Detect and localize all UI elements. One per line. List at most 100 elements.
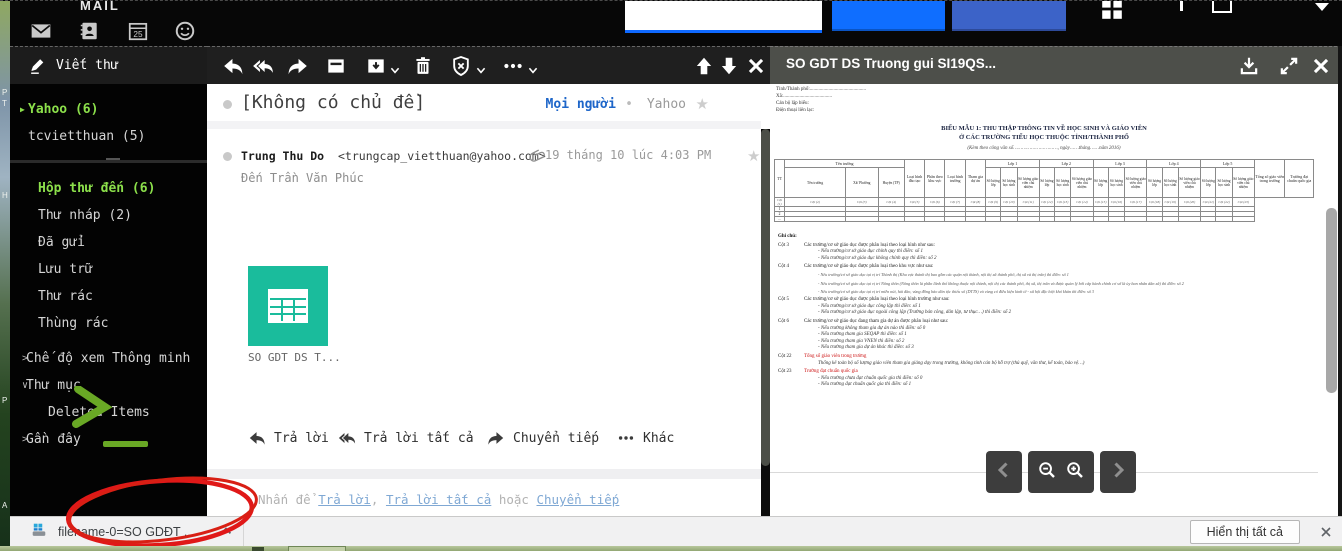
hint-link[interactable]: Chuyển tiếp	[536, 492, 619, 507]
hint-link[interactable]: Trả lời	[318, 492, 371, 507]
search-button[interactable]	[832, 1, 945, 31]
sender-email[interactable]: <trungcap_vietthuan@yahoo.com>	[338, 149, 546, 163]
sidebar-folder[interactable]: Thùng rác	[10, 310, 207, 337]
archive-icon[interactable]	[325, 55, 347, 77]
contacts-icon[interactable]	[78, 20, 100, 42]
doc-note-bullet: - Nếu trường/cơ sở giáo dục tại vị trí T…	[818, 272, 1306, 279]
search-input[interactable]	[625, 1, 822, 33]
more-caret-icon[interactable]	[527, 61, 539, 83]
delete-icon[interactable]	[412, 55, 434, 77]
action-more[interactable]: Khác	[617, 429, 674, 447]
zoom-controls[interactable]	[1028, 451, 1094, 493]
action-reply-all[interactable]: Trả lời tất cả	[338, 429, 474, 447]
doc-note: Cột 22Tổng số giáo viên trong trường	[778, 354, 1306, 361]
sidebar-folder[interactable]: Hộp thư đến (6)	[10, 175, 207, 202]
sidebar-tree-item[interactable]: >Chế độ xem Thông minh	[10, 345, 207, 372]
download-filename: filename-0=SO GDĐT ...	[58, 525, 194, 539]
star-icon[interactable]: ★	[696, 95, 709, 113]
secondary-header-button[interactable]	[952, 1, 1066, 31]
box-icon[interactable]	[1212, 1, 1232, 13]
sidebar-account-tcvietthuan[interactable]: tcvietthuan (5)	[10, 123, 207, 150]
document-preview: Tỉnh/Thành phố:.........................…	[770, 84, 1326, 516]
star-icon[interactable]: ★	[747, 147, 760, 165]
desktop-letter: P	[2, 88, 7, 97]
doc-notes: Ghi chú: Cột 3Các trường/cơ sở giáo dục …	[778, 234, 1306, 389]
forward-icon[interactable]	[287, 55, 309, 77]
next-page-button[interactable]	[1100, 451, 1136, 493]
expand-icon[interactable]	[1278, 55, 1300, 77]
doc-note-bullet: - Nếu trường không tham gia dự án nào th…	[818, 326, 1306, 333]
sidebar: Viết thư ▶Yahoo (6)tcvietthuan (5) Hộp t…	[10, 46, 207, 516]
message-scrollbar[interactable]	[761, 129, 770, 551]
spreadsheet-icon	[268, 289, 308, 323]
reply-icon[interactable]	[222, 55, 244, 77]
calendar-icon[interactable]: 25	[127, 20, 149, 42]
doc-note: Cột 3Các trường/cơ sở giáo dục được phân…	[778, 243, 1306, 250]
apps-grid-icon[interactable]	[1098, 1, 1126, 23]
next-message-icon[interactable]	[718, 55, 740, 77]
preview-scrollbar[interactable]	[1326, 208, 1337, 393]
reply-icon	[248, 429, 266, 447]
more-icon	[617, 429, 635, 447]
attachment-filename: SO GDT DS T...	[248, 351, 341, 364]
compose-button[interactable]: Viết thư	[10, 46, 207, 84]
move-folder-icon[interactable]	[365, 55, 387, 77]
spam-shield-icon[interactable]	[450, 55, 472, 77]
attachment-tile[interactable]	[248, 266, 328, 346]
download-chevron-up-icon[interactable]	[218, 523, 234, 539]
desktop-letter: H	[2, 191, 8, 200]
sidebar-divider[interactable]	[10, 160, 207, 163]
spam-caret-icon[interactable]	[475, 61, 487, 83]
action-forward[interactable]: Chuyển tiếp	[487, 429, 599, 447]
zoom-out-icon[interactable]	[1037, 460, 1057, 485]
close-downloads-bar-icon[interactable]	[1318, 524, 1334, 540]
message-pane: [Không có chủ đề] Mọi người • Yahoo ★ Tr…	[207, 46, 770, 516]
download-item[interactable]: filename-0=SO GDĐT ...	[30, 519, 194, 545]
doc-header-lines: Tỉnh/Thành phố:.........................…	[776, 86, 866, 114]
notifications-icon[interactable]	[1180, 1, 1183, 11]
close-icon[interactable]	[1310, 55, 1332, 77]
hint-text: ,	[371, 492, 386, 507]
move-folder-caret-icon[interactable]	[389, 61, 401, 83]
doc-note-bullet: - Nếu trường tham gia SEQAP thì điền: số…	[818, 332, 1306, 339]
smiley-icon[interactable]	[174, 20, 196, 42]
attachment-preview-panel: SO GDT DS Truong gui SI19QS... Tỉnh/Thàn…	[770, 46, 1342, 516]
hint-text: Nhấn để	[258, 492, 318, 507]
doc-table: TTTên trườngLoại hình đào tạoPhân theo k…	[774, 159, 1314, 222]
caret-down-icon[interactable]	[1315, 3, 1329, 11]
recipient-line[interactable]: Đến Trần Văn Phúc	[241, 171, 364, 185]
show-all-downloads-button[interactable]: Hiển thị tất cả	[1190, 520, 1300, 544]
people-filter-link[interactable]: Mọi người	[546, 97, 616, 112]
sidebar-tree-item[interactable]: Deleted Items	[10, 399, 207, 426]
sidebar-folder[interactable]: Lưu trữ	[10, 256, 207, 283]
more-icon[interactable]	[502, 55, 524, 77]
hint-link[interactable]: Trả lời tất cả	[386, 492, 491, 507]
reply-hint: Nhấn để Trả lời, Trả lời tất cả hoặc Chu…	[258, 492, 619, 507]
scrollbar-thumb[interactable]	[761, 129, 770, 466]
download-icon[interactable]	[1238, 55, 1260, 77]
folder-list: Hộp thư đến (6)Thư nháp (2)Đã gửiLưu trữ…	[10, 175, 207, 337]
message-date: 19 tháng 10 lúc 4:03 PM	[545, 148, 711, 162]
close-message-icon[interactable]	[745, 55, 767, 77]
sidebar-folder[interactable]: Đã gửi	[10, 229, 207, 256]
sidebar-folder[interactable]: Thư nháp (2)	[10, 202, 207, 229]
sidebar-folder[interactable]: Thư rác	[10, 283, 207, 310]
desktop-letter: P	[2, 396, 7, 405]
reply-actions-row: Trả lời Trả lời tất cả Chuyển tiếp Khác	[207, 429, 761, 453]
action-reply[interactable]: Trả lời	[248, 429, 329, 447]
divider	[243, 517, 244, 547]
doc-note-bullet: - Nếu trường/cơ sở giáo dục tại vị trí m…	[818, 289, 1306, 296]
mail-icon[interactable]	[30, 20, 52, 42]
preview-header: SO GDT DS Truong gui SI19QS...	[770, 46, 1342, 84]
reply-all-icon[interactable]	[252, 55, 274, 77]
screen: P T H P A MAIL 25 Viết thư ▶Yahoo (6)tcv…	[0, 0, 1342, 551]
zoom-in-icon[interactable]	[1065, 460, 1085, 485]
provider-label: Yahoo	[647, 97, 686, 112]
sidebar-tree-item[interactable]: ∨Thư mục	[10, 372, 207, 399]
prev-page-button[interactable]	[986, 451, 1022, 493]
forward-icon	[487, 429, 505, 447]
prev-message-icon[interactable]	[693, 55, 715, 77]
sidebar-account-yahoo[interactable]: ▶Yahoo (6)	[10, 96, 207, 123]
sender-name[interactable]: Trung Thu Do	[241, 149, 324, 163]
sidebar-tree-item[interactable]: >Gần đây	[10, 426, 207, 453]
